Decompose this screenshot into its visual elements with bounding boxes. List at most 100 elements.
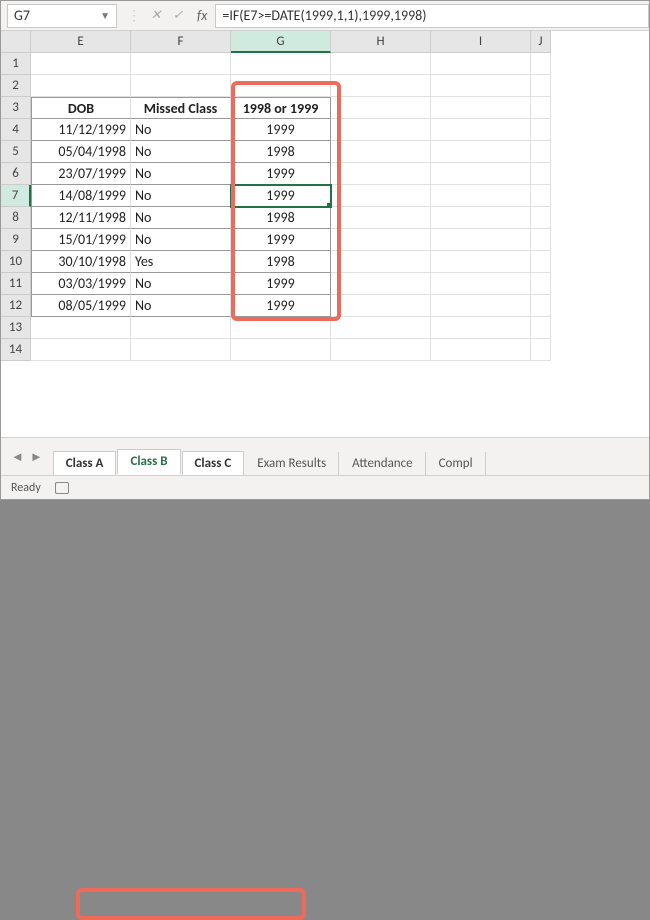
cell[interactable] [431, 273, 531, 295]
cell-year[interactable]: 1998 [231, 141, 331, 163]
row-header[interactable]: 5 [1, 141, 31, 163]
cell[interactable] [431, 163, 531, 185]
cell[interactable] [331, 339, 431, 361]
cell[interactable] [431, 185, 531, 207]
cell-missed[interactable]: No [131, 295, 231, 317]
cell[interactable] [331, 295, 431, 317]
col-header-E[interactable]: E [31, 31, 131, 53]
cell-dob[interactable]: 03/03/1999 [31, 273, 131, 295]
cell[interactable] [531, 97, 551, 119]
cell-year[interactable]: 1999 [231, 119, 331, 141]
dropdown-icon[interactable]: ▼ [100, 9, 110, 22]
cell-dob[interactable]: 30/10/1998 [31, 251, 131, 273]
cell[interactable] [331, 97, 431, 119]
tab-class-b[interactable]: Class B [117, 449, 180, 475]
cell[interactable] [431, 141, 531, 163]
cell-dob[interactable]: 23/07/1999 [31, 163, 131, 185]
cell[interactable] [431, 295, 531, 317]
cell[interactable] [331, 75, 431, 97]
cell[interactable] [231, 75, 331, 97]
tab-prev-icon[interactable]: ◄ [11, 449, 24, 465]
cell[interactable] [531, 75, 551, 97]
header-year[interactable]: 1998 or 1999 [231, 97, 331, 119]
formula-input[interactable]: =IF(E7>=DATE(1999,1,1),1999,1998) [215, 4, 649, 28]
cell-year[interactable]: 1998 [231, 207, 331, 229]
cell[interactable] [531, 185, 551, 207]
cell[interactable] [331, 273, 431, 295]
cell[interactable] [431, 229, 531, 251]
cell[interactable] [331, 53, 431, 75]
cell-year[interactable]: 1999 [231, 229, 331, 251]
row-header[interactable]: 8 [1, 207, 31, 229]
cell[interactable] [231, 339, 331, 361]
cell[interactable] [531, 119, 551, 141]
cell-missed[interactable]: No [131, 229, 231, 251]
tab-exam-results[interactable]: Exam Results [245, 452, 339, 475]
cell-missed[interactable]: No [131, 207, 231, 229]
cell[interactable] [131, 339, 231, 361]
cell-dob[interactable]: 12/11/1998 [31, 207, 131, 229]
cell[interactable] [431, 339, 531, 361]
cell[interactable] [331, 185, 431, 207]
cell[interactable] [331, 229, 431, 251]
cell[interactable] [31, 317, 131, 339]
header-missed[interactable]: Missed Class [131, 97, 231, 119]
fill-handle[interactable] [327, 203, 331, 207]
row-header[interactable]: 4 [1, 119, 31, 141]
cell-missed[interactable]: No [131, 119, 231, 141]
row-header[interactable]: 1 [1, 53, 31, 75]
cell[interactable] [331, 251, 431, 273]
tab-attendance[interactable]: Attendance [340, 452, 425, 475]
tab-class-a[interactable]: Class A [53, 451, 117, 475]
cell[interactable] [31, 339, 131, 361]
cell-dob[interactable]: 05/04/1998 [31, 141, 131, 163]
col-header-G[interactable]: G [231, 31, 331, 53]
select-all-corner[interactable] [1, 31, 31, 53]
cell[interactable] [531, 273, 551, 295]
row-header[interactable]: 14 [1, 339, 31, 361]
tab-next-icon[interactable]: ► [30, 449, 43, 465]
cell[interactable] [331, 163, 431, 185]
cell[interactable] [431, 97, 531, 119]
cell[interactable] [331, 207, 431, 229]
cell[interactable] [531, 163, 551, 185]
row-header[interactable]: 9 [1, 229, 31, 251]
cell-year-selected[interactable]: 1999 [231, 185, 331, 207]
col-header-F[interactable]: F [131, 31, 231, 53]
cell[interactable] [531, 251, 551, 273]
cancel-icon[interactable]: ✕ [145, 8, 167, 23]
cell[interactable] [431, 251, 531, 273]
cell-year[interactable]: 1999 [231, 273, 331, 295]
cell[interactable] [231, 317, 331, 339]
cell[interactable] [331, 119, 431, 141]
header-dob[interactable]: DOB [31, 97, 131, 119]
cell[interactable] [431, 53, 531, 75]
cell[interactable] [431, 75, 531, 97]
cell[interactable] [131, 53, 231, 75]
cell-missed[interactable]: Yes [131, 251, 231, 273]
cell[interactable] [31, 53, 131, 75]
cell[interactable] [531, 317, 551, 339]
cell[interactable] [531, 339, 551, 361]
row-header[interactable]: 10 [1, 251, 31, 273]
row-header[interactable]: 12 [1, 295, 31, 317]
enter-icon[interactable]: ✓ [167, 8, 189, 23]
cell-year[interactable]: 1998 [231, 251, 331, 273]
cell[interactable] [531, 141, 551, 163]
cell[interactable] [231, 53, 331, 75]
cell[interactable] [431, 119, 531, 141]
cell[interactable] [31, 75, 131, 97]
cell[interactable] [331, 317, 431, 339]
macro-record-icon[interactable] [55, 482, 69, 494]
spreadsheet-grid[interactable]: E F G H I J 1 2 3 DOB Missed Class 1998 … [1, 31, 649, 361]
cell[interactable] [131, 75, 231, 97]
cell-dob[interactable]: 14/08/1999 [31, 185, 131, 207]
cell-dob[interactable]: 15/01/1999 [31, 229, 131, 251]
row-header[interactable]: 6 [1, 163, 31, 185]
cell-year[interactable]: 1999 [231, 163, 331, 185]
col-header-J[interactable]: J [531, 31, 551, 53]
cell[interactable] [131, 317, 231, 339]
cell[interactable] [531, 295, 551, 317]
row-header[interactable]: 2 [1, 75, 31, 97]
tab-compl[interactable]: Compl [427, 452, 486, 475]
